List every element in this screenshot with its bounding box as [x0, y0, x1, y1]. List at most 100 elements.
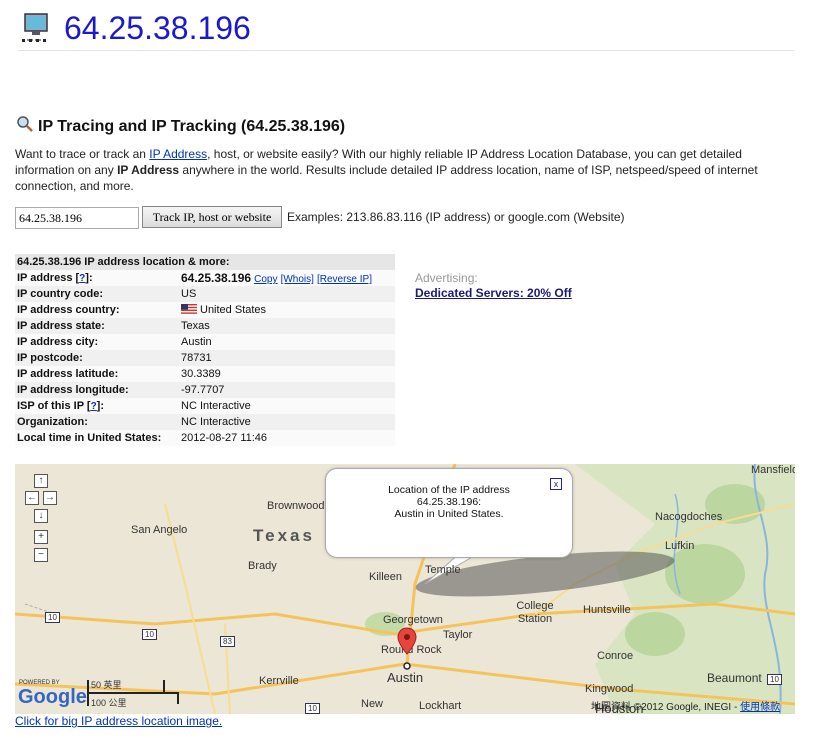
- location-marker-icon[interactable]: [396, 626, 418, 670]
- place-nacogdoches: Nacogdoches: [655, 511, 723, 523]
- ip-address-label: IP address [?]:: [15, 270, 179, 286]
- organization-label: Organization:: [15, 414, 179, 430]
- map-info-popup: Location of the IP address 64.25.38.196:…: [325, 468, 573, 558]
- scale-km-label: 100 公里: [91, 698, 127, 708]
- ip-address-value-cell: 64.25.38.196 Copy [Whois] [Reverse IP]: [179, 270, 395, 286]
- popup-line-2: 64.25.38.196:: [416, 496, 482, 508]
- table-row: IP address country: United States: [15, 302, 395, 318]
- highway-shield: 10: [767, 674, 782, 685]
- place-san-angelo: San Angelo: [131, 524, 188, 536]
- advertising-label: Advertising:: [415, 271, 478, 285]
- place-kingwood: Kingwood: [585, 683, 634, 695]
- intro-bold: IP Address: [117, 163, 180, 177]
- latitude-value: 30.3389: [179, 366, 395, 382]
- copy-link[interactable]: Copy: [254, 274, 277, 285]
- section-title: IP Tracing and IP Tracking (64.25.38.196…: [16, 115, 345, 136]
- ip-label-end: ]:: [85, 272, 93, 284]
- table-row: Local time in United States: 2012-08-27 1…: [15, 430, 395, 446]
- highway-shield: 10: [45, 612, 60, 623]
- place-beaumont: Beaumont: [707, 671, 762, 685]
- postcode-label: IP postcode:: [15, 350, 179, 366]
- place-brady: Brady: [248, 560, 277, 572]
- page-title: 64.25.38.196: [64, 10, 251, 46]
- track-ip-button[interactable]: Track IP, host or website: [142, 206, 282, 228]
- map-state-label: Texas: [253, 526, 315, 545]
- highway-shield: 83: [220, 636, 235, 647]
- intro-paragraph: Want to trace or track an IP Address, ho…: [15, 146, 795, 194]
- place-college-station: College Station: [516, 600, 554, 625]
- popup-line-1: Location of the IP address: [388, 484, 510, 496]
- zoom-out-button[interactable]: −: [34, 548, 48, 562]
- place-killeen: Killeen: [369, 571, 403, 583]
- highway-shield: 10: [305, 703, 320, 714]
- google-logo: Google: [18, 686, 87, 708]
- section-title-text: IP Tracing and IP Tracking (64.25.38.196…: [38, 118, 346, 135]
- page-header: 64.25.38.196: [18, 10, 794, 51]
- computer-monitor-icon: [22, 13, 48, 42]
- place-huntsville: Huntsville: [583, 604, 631, 616]
- dedicated-servers-ad-link[interactable]: Dedicated Servers: 20% Off: [415, 286, 572, 300]
- table-header: 64.25.38.196 IP address location & more:: [15, 254, 395, 270]
- zoom-in-button[interactable]: +: [34, 530, 48, 544]
- country-code-label: IP country code:: [15, 286, 179, 302]
- table-row: IP address state: Texas: [15, 318, 395, 334]
- location-map[interactable]: Location of the IP address 64.25.38.196:…: [15, 464, 795, 714]
- pan-left-button[interactable]: ←: [25, 491, 39, 505]
- pan-right-button[interactable]: →: [43, 491, 57, 505]
- country-label: IP address country:: [15, 302, 179, 318]
- map-copyright: 地圖資料 ©2012 Google, INEGI - 使用條款: [591, 698, 780, 713]
- place-mansfield: Mansfield: [751, 464, 795, 476]
- scale-miles-label: 50 英里: [91, 680, 122, 690]
- country-value: United States: [200, 304, 267, 316]
- place-kerrville: Kerrville: [259, 675, 299, 687]
- isp-label-text: ISP of this IP [: [17, 400, 91, 412]
- us-flag-icon: [181, 304, 197, 314]
- place-temple: Temple: [425, 564, 461, 576]
- ip-address-link[interactable]: IP Address: [149, 147, 207, 161]
- popup-text: Location of the IP address 64.25.38.196:…: [326, 484, 572, 520]
- longitude-value: -97.7707: [179, 382, 395, 398]
- intro-text-1: Want to trace or track an: [15, 147, 150, 161]
- city-label: IP address city:: [15, 334, 179, 350]
- ip-address-value: 64.25.38.196: [181, 271, 252, 285]
- table-row: ISP of this IP [?]: NC Interactive: [15, 398, 395, 414]
- place-georgetown: Georgetown: [383, 614, 443, 626]
- popup-line-3: Austin in United States.: [394, 508, 504, 520]
- city-value: Austin: [179, 334, 395, 350]
- popup-close-icon[interactable]: x: [550, 478, 562, 490]
- postcode-value: 78731: [179, 350, 395, 366]
- place-conroe: Conroe: [597, 650, 634, 662]
- isp-label: ISP of this IP [?]:: [15, 398, 179, 414]
- local-time-label: Local time in United States:: [15, 430, 179, 446]
- organization-value: NC Interactive: [179, 414, 395, 430]
- examples-text: Examples: 213.86.83.116 (IP address) or …: [287, 210, 625, 224]
- local-time-value: 2012-08-27 11:46: [179, 430, 395, 446]
- pan-up-button[interactable]: ↑: [34, 474, 48, 488]
- ip-search-input[interactable]: [15, 207, 139, 229]
- place-lufkin: Lufkin: [665, 540, 695, 552]
- ip-info-table: 64.25.38.196 IP address location & more:…: [15, 254, 395, 446]
- country-code-value: US: [179, 286, 395, 302]
- terms-of-use-link[interactable]: 使用條款: [740, 702, 780, 713]
- longitude-label: IP address longitude:: [15, 382, 179, 398]
- table-row: IP address [?]: 64.25.38.196 Copy [Whois…: [15, 270, 395, 286]
- state-value: Texas: [179, 318, 395, 334]
- whois-link[interactable]: [Whois]: [281, 274, 314, 285]
- table-row: IP address longitude: -97.7707: [15, 382, 395, 398]
- map-copyright-text: 地圖資料 ©2012 Google, INEGI -: [591, 702, 741, 713]
- place-taylor: Taylor: [443, 629, 473, 641]
- place-new: New: [361, 698, 384, 710]
- pan-down-button[interactable]: ↓: [34, 509, 48, 523]
- big-map-image-link[interactable]: Click for big IP address location image.: [15, 714, 222, 728]
- table-row: IP postcode: 78731: [15, 350, 395, 366]
- map-scale-bar: 50 英里 100 公里: [87, 678, 179, 708]
- place-austin: Austin: [387, 670, 424, 685]
- reverse-ip-link[interactable]: [Reverse IP]: [317, 274, 372, 285]
- table-row: IP country code: US: [15, 286, 395, 302]
- isp-value: NC Interactive: [179, 398, 395, 414]
- place-lockhart: Lockhart: [419, 700, 462, 712]
- highway-shield: 10: [142, 629, 157, 640]
- table-row: IP address latitude: 30.3389: [15, 366, 395, 382]
- table-row: Organization: NC Interactive: [15, 414, 395, 430]
- magnifier-icon: [17, 116, 33, 132]
